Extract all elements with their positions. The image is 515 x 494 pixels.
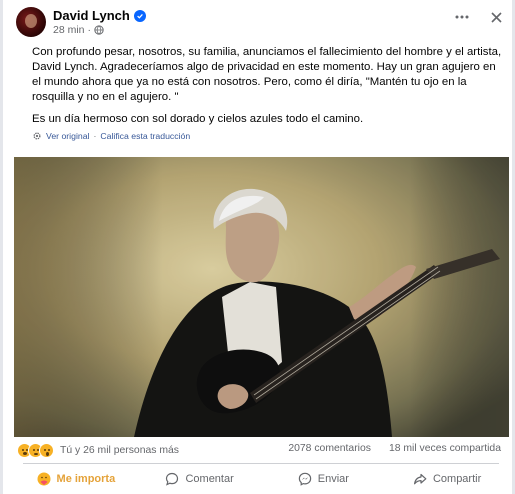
- reactions-summary[interactable]: Tú y 26 mil personas más: [17, 443, 179, 458]
- verified-badge-icon: [133, 9, 146, 22]
- translation-gear-icon: [33, 132, 41, 140]
- wow-reaction-icon: [39, 443, 54, 458]
- share-icon: [413, 473, 427, 485]
- engagement-counts: 2078 comentarios 18 mil veces compartida: [288, 443, 501, 454]
- comment-icon: [166, 472, 179, 486]
- rate-translation-link[interactable]: Califica esta traducción: [100, 131, 190, 141]
- translation-bar: Ver original · Califica esta traducción: [32, 131, 190, 141]
- photo-image: [14, 157, 509, 437]
- care-icon: [37, 472, 51, 486]
- author-avatar[interactable]: [16, 7, 46, 37]
- reactions-count[interactable]: Tú y 26 mil personas más: [60, 445, 179, 456]
- post-time[interactable]: 28 min: [53, 24, 85, 36]
- post-photo[interactable]: [14, 157, 509, 437]
- header-actions: [455, 10, 503, 24]
- author-name-row: David Lynch: [53, 8, 146, 23]
- see-original-link[interactable]: Ver original: [46, 131, 89, 141]
- comment-button[interactable]: Comentar: [138, 466, 262, 492]
- send-label: Enviar: [317, 473, 349, 485]
- translation-separator: ·: [93, 131, 97, 141]
- post-meta: 28 min ·: [53, 24, 104, 36]
- meta-separator: ·: [87, 24, 92, 36]
- more-options-icon[interactable]: [455, 10, 469, 24]
- globe-icon: [94, 25, 104, 35]
- close-icon[interactable]: [489, 10, 503, 24]
- author-name[interactable]: David Lynch: [53, 8, 130, 23]
- send-button[interactable]: Enviar: [262, 466, 386, 492]
- shares-count[interactable]: 18 mil veces compartida: [389, 443, 501, 454]
- facebook-post: David Lynch 28 min · Con profundo pesar,…: [0, 0, 515, 494]
- share-button[interactable]: Compartir: [385, 466, 509, 492]
- action-divider: [23, 463, 499, 464]
- post-paragraph-1: Con profundo pesar, nosotros, su familia…: [32, 46, 502, 103]
- comments-count[interactable]: 2078 comentarios: [288, 443, 371, 454]
- post-header: David Lynch 28 min ·: [16, 6, 511, 38]
- post-text: Con profundo pesar, nosotros, su familia…: [32, 45, 502, 134]
- react-label: Me importa: [56, 473, 116, 485]
- comment-label: Comentar: [185, 473, 234, 485]
- post-paragraph-2: Es un día hermoso con sol dorado y cielo…: [32, 113, 364, 125]
- post-stats: Tú y 26 mil personas más 2078 comentario…: [14, 441, 509, 461]
- post-actions: Me importa Comentar Enviar Compartir: [14, 466, 509, 492]
- share-label: Compartir: [432, 473, 482, 485]
- messenger-icon: [298, 472, 311, 486]
- react-button[interactable]: Me importa: [14, 466, 138, 492]
